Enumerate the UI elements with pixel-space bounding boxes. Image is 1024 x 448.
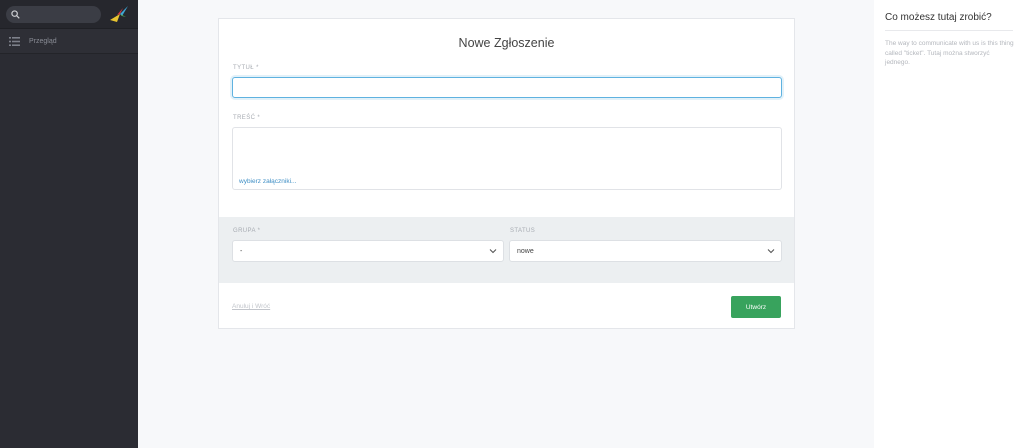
search-input[interactable]	[24, 6, 99, 22]
sidebar: Przegląd	[0, 0, 138, 448]
list-icon	[9, 36, 20, 46]
discard-link[interactable]: Anuluj i Wróć	[232, 303, 270, 310]
body-field-label: TREŚĆ *	[233, 115, 261, 121]
help-divider	[885, 30, 1013, 31]
create-button[interactable]: Utwórz	[731, 296, 781, 318]
search-box[interactable]	[6, 5, 101, 23]
chevron-down-icon	[767, 249, 775, 254]
group-field-label: GRUPA *	[233, 228, 261, 234]
group-status-section: GRUPA * - STATUS nowe	[219, 217, 794, 283]
status-select-value: nowe	[517, 247, 534, 255]
new-ticket-form: Nowe Zgłoszenie TYTUŁ * TREŚĆ * wybierz …	[218, 18, 795, 329]
chevron-down-icon	[489, 249, 497, 254]
sidebar-item-overview[interactable]: Przegląd	[0, 29, 138, 54]
page-title: Nowe Zgłoszenie	[458, 36, 555, 50]
title-field-label: TYTUŁ *	[233, 65, 259, 71]
attachments-link[interactable]: wybierz załączniki...	[239, 178, 296, 185]
logo-icon[interactable]	[108, 4, 130, 24]
help-title: Co możesz tutaj zrobić?	[885, 12, 992, 23]
title-input[interactable]	[232, 77, 782, 98]
sidebar-header	[0, 0, 138, 29]
sidebar-item-label: Przegląd	[29, 37, 57, 45]
group-select[interactable]: -	[232, 240, 504, 262]
body-textarea[interactable]: wybierz załączniki...	[232, 127, 782, 190]
group-select-value: -	[240, 247, 243, 255]
search-icon	[11, 9, 20, 19]
status-select[interactable]: nowe	[509, 240, 782, 262]
help-panel: Co możesz tutaj zrobić? The way to commu…	[874, 0, 1024, 448]
status-field-label: STATUS	[510, 228, 536, 234]
help-text: The way to communicate with us is this t…	[885, 40, 1014, 66]
